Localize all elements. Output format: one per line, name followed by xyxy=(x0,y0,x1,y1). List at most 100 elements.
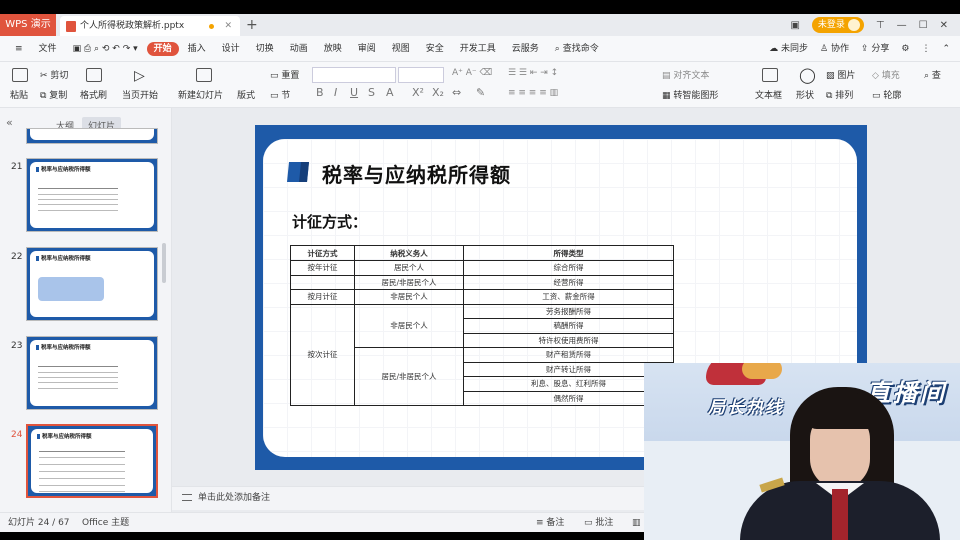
tab-close-icon[interactable]: ✕ xyxy=(224,16,232,36)
menu-slideshow[interactable]: 放映 xyxy=(317,36,349,62)
normal-view-icon[interactable]: ▥ xyxy=(632,513,641,533)
subscript-icon[interactable]: X₂ xyxy=(432,86,444,99)
copy-button[interactable]: ⧉ 复制 xyxy=(40,88,67,101)
menu-security[interactable]: 安全 xyxy=(419,36,451,62)
menu-cloud[interactable]: 云服务 xyxy=(505,36,546,62)
slide-thumbnail-partial[interactable] xyxy=(26,128,158,144)
command-search[interactable]: ⌕ 查找命令 xyxy=(548,36,606,62)
collapse-panel-icon[interactable]: « xyxy=(6,116,13,129)
highlight-icon[interactable]: ✎ xyxy=(476,86,485,99)
collapse-ribbon-icon[interactable]: ⌃ xyxy=(942,36,950,62)
outline-label: 轮廓 xyxy=(883,91,902,101)
document-tab[interactable]: 个人所得税政策解析.pptx ✕ xyxy=(60,16,240,36)
format-painter-button[interactable]: 格式刷 xyxy=(80,88,107,101)
tax-method-table[interactable]: 计征方式 纳税义务人 所得类型 按年计征 居民个人 综合所得 居民/非居民个人 … xyxy=(290,245,674,406)
menu-animation[interactable]: 动画 xyxy=(283,36,315,62)
slide-thumbnail-current[interactable]: 税率与应纳税所得额 xyxy=(26,424,158,498)
new-slide-button[interactable]: 新建幻灯片 xyxy=(178,88,223,101)
superscript-icon[interactable]: X² xyxy=(412,86,424,99)
skin-icon[interactable]: ⊤ xyxy=(876,20,885,31)
picture-label: 图片 xyxy=(837,71,856,81)
slide-title[interactable]: 税率与应纳税所得额 xyxy=(322,159,511,188)
close-window-icon[interactable]: ✕ xyxy=(940,20,948,31)
settings-icon[interactable]: ⚙ xyxy=(901,36,909,62)
reset-button[interactable]: ▭ 重置 xyxy=(270,68,299,81)
play-icon[interactable]: ▷ xyxy=(134,68,145,84)
title-bar-icon xyxy=(287,162,309,182)
table-cell: 财产转让所得 xyxy=(463,361,674,377)
notes-placeholder: 单击此处添加备注 xyxy=(198,493,271,503)
strikethrough-icon[interactable]: S xyxy=(368,86,375,99)
menu-insert[interactable]: 插入 xyxy=(181,36,213,62)
paste-button[interactable]: 粘贴 xyxy=(10,88,28,101)
menu-file[interactable]: 文件 xyxy=(32,36,64,62)
menu-right: ☁ 未同步 ♙ 协作 ⇪ 分享 ⚙ ⋮ ⌃ xyxy=(769,36,950,62)
arrange-label: 排列 xyxy=(835,91,854,101)
find-button[interactable]: ⌕ 查 xyxy=(924,68,941,81)
arrange-button[interactable]: ⧉ 排列 xyxy=(826,88,853,101)
reading-mode-icon[interactable]: ▣ xyxy=(790,20,799,31)
thumbnail-title: 税率与应纳税所得额 xyxy=(36,254,91,262)
theme-name[interactable]: Office 主题 xyxy=(82,513,129,533)
new-slide-icon[interactable] xyxy=(196,68,212,82)
paste-icon[interactable] xyxy=(12,68,28,82)
play-from-current-button[interactable]: 当页开始 xyxy=(122,88,158,101)
hamburger-icon[interactable]: ≡ xyxy=(8,36,30,62)
underline-icon[interactable]: U xyxy=(350,86,358,99)
layout-button[interactable]: 版式 xyxy=(237,88,255,101)
list-icons[interactable]: ☰ ☰ ⇤ ⇥ ↕ xyxy=(508,68,558,78)
presenter-tie xyxy=(832,489,848,540)
italic-icon[interactable]: I xyxy=(334,86,337,99)
table-cell: 特许权使用费所得 xyxy=(463,332,674,348)
shape-icon[interactable]: ◯ xyxy=(799,66,816,84)
font-size-select[interactable] xyxy=(398,67,444,83)
more-icon[interactable]: ⋮ xyxy=(921,36,930,62)
slide-subtitle[interactable]: 计征方式： xyxy=(292,211,367,232)
slides-panel-scrollbar[interactable] xyxy=(162,243,166,283)
quick-access-icons[interactable]: ▣ ⎙ ⌕ ⟲ ↶ ↷ ▾ xyxy=(66,36,145,62)
textbox-icon[interactable] xyxy=(762,68,778,82)
table-cell: 经营所得 xyxy=(463,274,674,290)
align-text-button[interactable]: ▤ 对齐文本 xyxy=(662,68,709,81)
presenter-bangs xyxy=(804,393,876,429)
thumbnail-title: 税率与应纳税所得额 xyxy=(36,165,91,173)
menu-developer[interactable]: 开发工具 xyxy=(453,36,503,62)
format-painter-icon[interactable] xyxy=(86,68,102,82)
bold-icon[interactable]: B xyxy=(316,86,324,99)
char-spacing-icon[interactable]: ⇔ xyxy=(452,86,461,99)
notes-toggle-button[interactable]: ≡ 备注 xyxy=(536,513,564,533)
login-button[interactable]: 未登录 xyxy=(811,17,864,33)
slide-thumbnail[interactable]: 税率与应纳税所得额 xyxy=(26,247,158,321)
picture-button[interactable]: ▨ 图片 xyxy=(826,68,855,81)
slide-thumbnail[interactable]: 税率与应纳税所得额 xyxy=(26,158,158,232)
font-name-select[interactable] xyxy=(312,67,396,83)
menu-design[interactable]: 设计 xyxy=(215,36,247,62)
shape-button[interactable]: 形状 xyxy=(796,88,814,101)
font-color-icon[interactable]: A xyxy=(386,86,394,99)
collab-button[interactable]: ♙ 协作 xyxy=(820,36,849,62)
menu-transition[interactable]: 切换 xyxy=(249,36,281,62)
smart-graphic-button[interactable]: ▦ 转智能图形 xyxy=(662,88,718,101)
fill-button[interactable]: ◇ 填充 xyxy=(872,68,900,81)
new-tab-button[interactable]: + xyxy=(246,14,258,36)
share-button[interactable]: ⇪ 分享 xyxy=(861,36,889,62)
menu-home[interactable]: 开始 xyxy=(146,41,179,56)
textbox-button[interactable]: 文本框 xyxy=(755,88,782,101)
app-tab[interactable]: WPS 演示 xyxy=(0,14,56,36)
menu-view[interactable]: 视图 xyxy=(385,36,417,62)
thumbnail-content: 税率与应纳税所得额 xyxy=(30,251,154,317)
menu-review[interactable]: 审阅 xyxy=(351,36,383,62)
table-cell: 居民/非居民个人 xyxy=(354,274,464,290)
cut-label: 剪切 xyxy=(50,71,69,81)
section-button[interactable]: ▭ 节 xyxy=(270,88,290,101)
sync-button[interactable]: ☁ 未同步 xyxy=(769,36,808,62)
cut-button[interactable]: ✂ 剪切 xyxy=(40,68,68,81)
slide-thumbnail[interactable]: 税率与应纳税所得额 xyxy=(26,336,158,410)
outline-button[interactable]: ▭ 轮廓 xyxy=(872,88,901,101)
maximize-icon[interactable]: ☐ xyxy=(919,20,928,31)
font-size-adjust-icons[interactable]: A⁺ A⁻ ⌫ xyxy=(452,68,492,78)
paragraph-align-icons[interactable]: ≡ ≡ ≡ ≡ ▥ xyxy=(508,88,558,98)
comment-button[interactable]: ▭ 批注 xyxy=(584,513,613,533)
notes-toggle-label: 备注 xyxy=(546,518,565,528)
minimize-icon[interactable]: — xyxy=(897,20,907,31)
